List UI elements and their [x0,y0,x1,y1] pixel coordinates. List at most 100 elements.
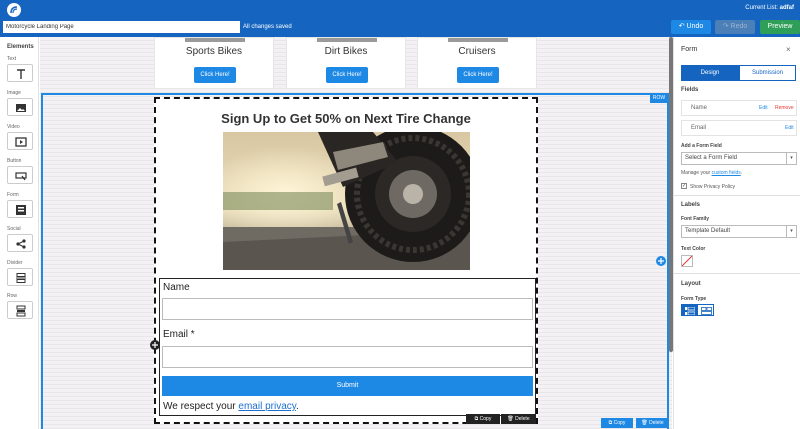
elements-sidebar: Elements Text Image Video Button Form So… [0,37,39,429]
privacy-checkbox[interactable]: ✓ [681,183,687,189]
add-column-button[interactable] [656,256,666,266]
element-image[interactable] [7,98,33,116]
redo-icon: ↷ [722,23,729,30]
no-color-icon [682,256,692,266]
button-icon [15,172,27,181]
fields-heading: Fields [681,87,699,93]
undo-icon: ↶ [678,23,685,30]
save-status: All changes saved [243,24,292,30]
motorcycle-image[interactable] [223,132,470,270]
form-section[interactable]: Sign Up to Get 50% on Next Tire Change N… [154,97,538,424]
preview-button[interactable]: Preview [760,20,800,34]
privacy-link[interactable]: email privacy [238,401,296,412]
element-label-divider: Divider [7,260,23,266]
field-edit-link[interactable]: Edit [759,105,768,111]
form-heading[interactable]: Sign Up to Get 50% on Next Tire Change [156,111,536,126]
category-button[interactable]: Click Here! [457,67,499,83]
category-image [448,38,508,42]
section-copy-label: Copy [479,416,492,422]
privacy-notice: We respect your email privacy. [163,401,299,412]
element-row[interactable] [7,301,33,319]
tab-design[interactable]: Design [681,65,739,81]
app-logo[interactable] [7,3,21,17]
layout-heading: Layout [681,281,701,287]
name-input[interactable] [162,298,533,320]
manage-fields-note: Manage your custom fields. [681,170,742,176]
element-social[interactable] [7,234,33,252]
sidebar-title: Elements [7,44,34,50]
top-bar: Current List: adfaf All changes saved ↶ … [0,0,800,37]
row-copy-button[interactable]: ⧉ Copy [601,418,633,428]
current-list-label: Current List: [745,5,778,11]
editor-canvas[interactable]: Sports Bikes Click Here! Dirt Bikes Clic… [40,37,672,429]
category-button[interactable]: Click Here! [326,67,368,83]
field-row-email[interactable]: Email Edit [681,120,797,136]
row-badge: ROW [650,94,668,103]
field-edit-link[interactable]: Edit [785,125,794,131]
privacy-prefix: We respect your [163,401,239,412]
element-button[interactable] [7,166,33,184]
form-icon [16,205,26,215]
element-form[interactable] [7,200,33,218]
element-label-image: Image [7,90,21,96]
page-title-input[interactable] [3,21,240,33]
form-type-inline-button[interactable] [697,304,714,316]
category-button[interactable]: Click Here! [194,67,236,83]
tab-submission[interactable]: Submission [739,65,796,81]
element-text[interactable] [7,64,33,82]
section-delete-button[interactable]: 🗑 Delete [501,414,536,424]
name-label: Name [163,282,190,293]
font-family-select[interactable]: Template Default ▾ [681,225,797,238]
element-video[interactable] [7,132,33,150]
custom-fields-link[interactable]: custom fields [712,170,741,176]
section-delete-label: Delete [515,416,530,422]
redo-button[interactable]: ↷ Redo [715,20,755,34]
row-icon [16,305,26,317]
form-type-label: Form Type [681,296,707,302]
form-type-stacked-button[interactable] [681,304,697,316]
font-family-label: Font Family [681,216,710,222]
element-label-form: Form [7,192,19,198]
close-icon[interactable]: × [786,45,791,54]
current-list-value[interactable]: adfaf [780,5,794,11]
row-delete-label: Delete [649,420,664,426]
current-list: Current List: adfaf [745,5,794,11]
trash-icon: 🗑 [641,420,648,426]
divider [674,195,800,196]
category-image [317,38,377,42]
privacy-checkbox-label: Show Privacy Policy [690,184,736,190]
add-field-select[interactable]: Select a Form Field ▾ [681,152,797,165]
element-label-text: Text [7,56,17,62]
category-name: Dirt Bikes [324,46,368,57]
submit-button[interactable]: Submit [162,376,533,396]
copy-icon: ⧉ [608,420,613,426]
font-family-value: Template Default [685,228,731,234]
add-field-value: Select a Form Field [685,155,738,161]
signup-form[interactable]: Name Email * Submit We respect your emai… [159,278,536,416]
email-input[interactable] [162,346,533,368]
trash-icon: 🗑 [507,416,514,422]
element-label-social: Social [7,226,21,232]
section-copy-button[interactable]: ⧉ Copy [466,414,500,424]
category-card[interactable]: Cruisers Click Here! [417,37,537,89]
category-card[interactable]: Dirt Bikes Click Here! [286,37,406,89]
field-row-name[interactable]: Name Edit Remove [681,100,797,116]
labels-heading: Labels [681,202,701,208]
manage-prefix: Manage your [681,170,712,176]
undo-button[interactable]: ↶ Undo [671,20,711,34]
stacked-layout-icon [685,307,695,315]
plus-icon [152,342,158,348]
category-card[interactable]: Sports Bikes Click Here! [154,37,274,89]
element-label-button: Button [7,158,22,164]
add-column-button[interactable] [150,340,160,350]
field-remove-link[interactable]: Remove [775,105,794,111]
category-image [185,38,245,42]
video-icon [15,137,27,147]
row-delete-button[interactable]: 🗑 Delete [636,418,669,428]
category-name: Sports Bikes [185,46,243,57]
text-color-swatch[interactable] [681,255,693,267]
properties-panel: Form × Design Submission Fields Name Edi… [673,37,800,429]
field-name: Name [691,105,708,111]
element-label-row: Row [7,293,18,299]
element-divider[interactable] [7,268,33,286]
